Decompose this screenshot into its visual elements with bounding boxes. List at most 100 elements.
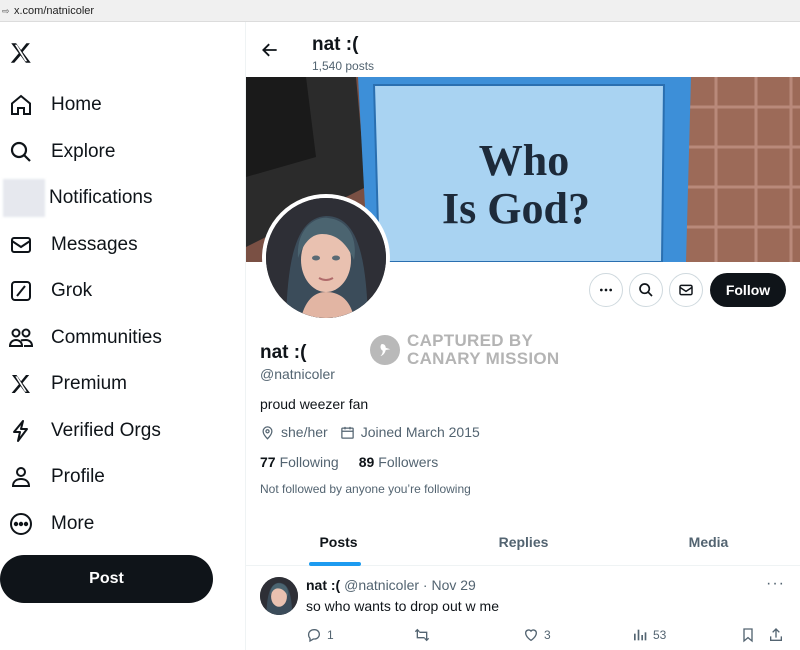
bird-logo-icon <box>370 335 400 365</box>
sidebar-item-label: Premium <box>51 373 128 394</box>
sidebar-item-premium[interactable]: Premium <box>8 364 127 404</box>
search-profile-button[interactable] <box>629 273 663 307</box>
bookmark-button[interactable] <box>740 627 756 643</box>
banner-sign-line1: Who <box>479 136 569 185</box>
sidebar-item-more[interactable]: More <box>8 504 94 544</box>
envelope-icon <box>8 232 34 258</box>
grok-icon <box>8 278 34 304</box>
tweet-actions: 1 3 53 <box>246 627 800 649</box>
reply-icon <box>307 629 321 643</box>
tweet-more-icon[interactable]: ··· <box>766 575 785 593</box>
tab-posts[interactable]: Posts <box>246 518 431 566</box>
profile-meta: she/her Joined March 2015 <box>260 424 480 440</box>
tweet-header: nat :( @natnicoler · Nov 29 <box>306 577 476 593</box>
following-link[interactable]: 77 Following <box>260 454 339 470</box>
envelope-icon <box>679 284 693 296</box>
post-count: 1,540 posts <box>312 59 375 73</box>
sidebar-item-label: Home <box>51 94 102 115</box>
followers-count: 89 <box>358 454 375 470</box>
joined-date: Joined March 2015 <box>360 424 480 440</box>
bio: proud weezer fan <box>260 396 369 412</box>
x-logo-icon <box>8 371 34 397</box>
sidebar-item-verified-orgs[interactable]: Verified Orgs <box>8 411 161 451</box>
share-button[interactable] <box>768 627 784 643</box>
sidebar-item-label: More <box>51 513 95 534</box>
lightning-icon <box>8 418 34 444</box>
sidebar-item-label: Explore <box>51 141 116 162</box>
sidebar-item-home[interactable]: Home <box>8 85 102 125</box>
following-count: 77 <box>260 454 276 470</box>
site-info-icon[interactable]: ⇨ <box>2 6 10 16</box>
x-logo-icon[interactable] <box>8 40 36 68</box>
repost-button[interactable] <box>413 627 431 643</box>
following-label: Following <box>279 454 339 470</box>
browser-address-bar[interactable]: ⇨ x.com/natnicoler <box>0 0 800 22</box>
mutuals-note: Not followed by anyone you’re following <box>260 482 471 496</box>
sidebar-item-messages[interactable]: Messages <box>8 225 138 265</box>
sidebar-item-explore[interactable]: Explore <box>8 132 115 172</box>
more-options-button[interactable] <box>589 273 623 307</box>
reply-button[interactable]: 1 <box>306 627 334 643</box>
sidebar-item-label: Profile <box>51 466 105 487</box>
profile-tabs: Posts Replies Media <box>246 518 800 566</box>
more-circle-icon <box>8 511 34 537</box>
view-count: 53 <box>653 628 667 642</box>
follow-stats: 77 Following 89 Followers <box>260 454 458 470</box>
tab-media[interactable]: Media <box>616 518 800 566</box>
sidebar-item-label: Verified Orgs <box>51 420 161 441</box>
profile-avatar[interactable] <box>262 194 390 322</box>
tweet-text: so who wants to drop out w me <box>306 598 499 614</box>
tweet-separator: · <box>422 577 428 593</box>
sidebar-item-notifications[interactable]: Notifications <box>3 178 153 218</box>
search-icon <box>639 283 653 297</box>
tweet-author-name[interactable]: nat :( <box>306 577 340 593</box>
watermark-line2: CANARY MISSION <box>407 349 560 368</box>
profile-header-bar: nat :( 1,540 posts <box>246 22 800 77</box>
tweet-date[interactable]: Nov 29 <box>431 577 475 593</box>
tweet-avatar[interactable] <box>260 577 298 615</box>
views-button[interactable]: 53 <box>632 627 666 643</box>
bookmark-icon <box>743 628 753 643</box>
watermark-line1: CAPTURED BY <box>407 331 534 350</box>
tweet[interactable]: nat :( @natnicoler · Nov 29 ··· so who w… <box>246 567 800 650</box>
follow-button[interactable]: Follow <box>710 273 786 307</box>
back-arrow-icon[interactable] <box>260 40 282 62</box>
home-icon <box>8 92 34 118</box>
person-icon <box>8 464 34 490</box>
like-button[interactable]: 3 <box>523 627 551 643</box>
sidebar-item-label: Communities <box>51 327 162 348</box>
banner-sign-line2: Is God? <box>442 184 590 233</box>
sidebar: Home Explore Notifications Messages Grok… <box>0 22 245 650</box>
tweet-author-handle[interactable]: @natnicoler <box>344 577 419 593</box>
watermark: CAPTURED BY CANARY MISSION <box>370 332 560 368</box>
sidebar-item-profile[interactable]: Profile <box>8 457 105 497</box>
url-text[interactable]: x.com/natnicoler <box>14 5 94 17</box>
active-tab-indicator <box>309 562 361 566</box>
handle: @natnicoler <box>260 366 335 382</box>
pronouns: she/her <box>281 424 328 440</box>
display-name: nat :( <box>260 342 307 363</box>
bell-icon <box>3 179 45 217</box>
followers-link[interactable]: 89 Followers <box>359 454 438 470</box>
share-icon <box>770 628 782 641</box>
tab-replies[interactable]: Replies <box>431 518 616 566</box>
sidebar-item-grok[interactable]: Grok <box>8 271 92 311</box>
heart-icon <box>524 629 538 642</box>
repost-icon <box>414 628 430 642</box>
sidebar-item-label: Messages <box>51 234 138 255</box>
people-icon <box>8 325 34 351</box>
header-name: nat :( <box>312 34 359 55</box>
location-pin-icon <box>260 424 276 440</box>
watermark-text: CAPTURED BY CANARY MISSION <box>407 332 560 368</box>
profile-column: nat :( 1,540 posts Who Is God? Follow na… <box>245 22 800 650</box>
sidebar-item-communities[interactable]: Communities <box>8 318 162 358</box>
reply-count: 1 <box>327 628 334 642</box>
message-button[interactable] <box>669 273 703 307</box>
search-icon <box>8 139 34 165</box>
like-count: 3 <box>544 628 551 642</box>
followers-label: Followers <box>378 454 439 470</box>
views-icon <box>634 629 647 641</box>
sidebar-item-label: Notifications <box>49 187 153 208</box>
sidebar-item-label: Grok <box>51 280 93 301</box>
post-button[interactable]: Post <box>0 555 213 603</box>
